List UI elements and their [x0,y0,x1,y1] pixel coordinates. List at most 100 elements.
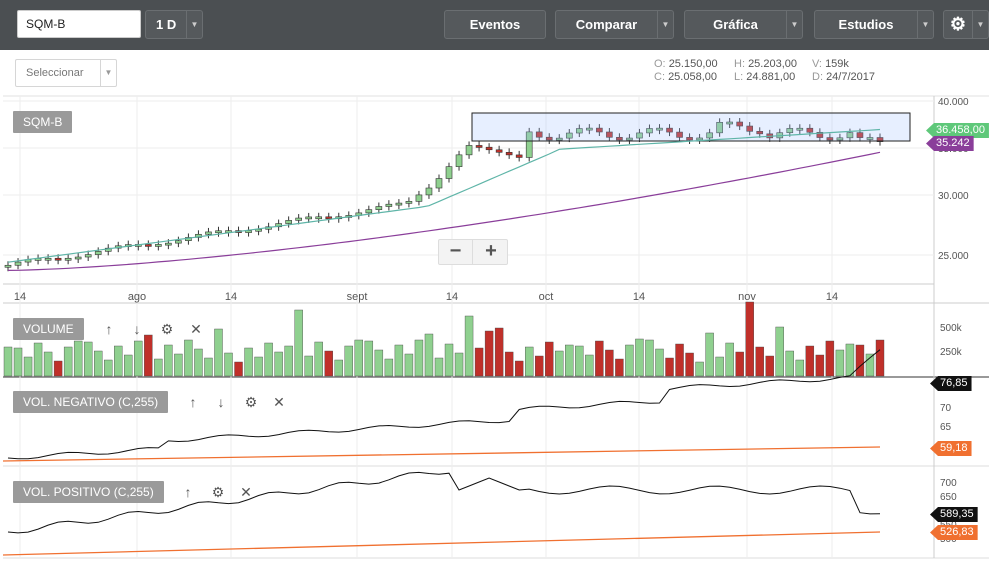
volume-bar [174,353,183,377]
candle [215,230,222,234]
volume-bar [755,346,764,377]
volume-bar [625,344,634,377]
volume-bar [164,344,173,377]
volume-bar [835,349,845,377]
candle [475,145,483,148]
volume-bar [104,359,113,377]
volume-bar [284,345,293,377]
volume-bar [214,328,223,377]
volume-bar [404,353,414,377]
volume-bar [615,358,624,377]
volume-bar [83,341,93,377]
candle [405,201,413,204]
volume-bar [645,339,654,377]
candle [54,257,62,261]
volume-bar [605,349,614,377]
volume-bar [43,351,53,377]
close-icon[interactable]: ✕ [270,393,288,411]
volume-bar [845,343,855,377]
close-icon[interactable]: ✕ [237,483,255,501]
volume-bar [855,344,865,377]
date-tick-label: nov [738,291,756,303]
volume-bar [234,361,243,377]
move-down-icon[interactable]: ↓ [212,393,230,411]
volume-bar [294,309,303,377]
volume-bar [384,358,394,377]
candle [385,203,393,207]
volume-bar [94,350,103,377]
candle [305,216,312,220]
candle [415,194,423,202]
selection-box [471,112,911,142]
candle [395,202,403,206]
candle [165,242,172,246]
move-up-icon[interactable]: ↑ [179,483,197,501]
volume-bar [334,359,343,377]
volume-bar [685,352,694,377]
volume-bar [23,356,33,377]
volume-bar [595,340,604,377]
volume-bar [264,342,273,377]
candle [465,145,473,156]
volume-bar [805,345,815,377]
volpos-ma-tag: 526,83 [930,525,978,540]
candle [485,146,493,151]
move-up-icon[interactable]: ↑ [184,393,202,411]
volume-bar [134,340,143,377]
volume-bar [464,315,474,377]
volneg-value-tag: 76,85 [930,376,972,391]
zoom-out-button[interactable]: − [439,240,473,264]
candle [295,217,302,221]
volume-bar [344,345,353,377]
volume-panel-label: VOLUME [13,318,84,340]
volume-bar [394,344,404,377]
candle [84,254,92,258]
volume-bar [725,342,734,377]
date-tick-label: 14 [225,291,237,303]
volume-bar [63,346,73,377]
volume-bar [424,333,434,377]
move-down-icon[interactable]: ↓ [128,320,146,338]
volume-bar [194,348,203,377]
candle [445,166,453,179]
candle [155,244,162,247]
volume-bar [514,360,524,377]
candle [495,149,503,153]
volume-bar [494,327,504,377]
candle [175,240,182,244]
move-up-icon[interactable]: ↑ [100,320,118,338]
gear-icon[interactable]: ⚙ [242,393,260,411]
candle [145,244,152,247]
volpos-ma-line [2,531,881,556]
price-tick-label: 25.000 [938,251,969,262]
volume-bar [775,326,784,377]
volume-bar [825,340,835,377]
volume-bar [535,355,544,377]
volume-bar [745,301,754,377]
volpos-value-tag: 589,35 [930,507,978,522]
volume-bar [184,339,193,377]
volume-bar [815,354,825,377]
volume-bar [695,361,704,377]
volume-bar [565,344,574,377]
volpos-tick-label: 700 [940,478,957,489]
candle [435,178,443,189]
candle [205,231,212,235]
volume-bar [254,356,263,377]
volume-bar [715,356,724,377]
close-icon[interactable]: ✕ [187,320,205,338]
volume-bar [524,346,534,377]
price-tick-label: 40.000 [938,97,969,108]
volneg-tick-label: 70 [940,403,952,414]
gear-icon[interactable]: ⚙ [158,320,176,338]
zoom-control: − + [438,239,508,265]
main-panel-label: SQM-B [13,111,73,133]
volume-bar [735,351,744,377]
date-tick-label: 14 [446,291,458,303]
volume-tick-label: 500k [940,323,963,334]
volume-bar [324,350,333,377]
gear-icon[interactable]: ⚙ [209,483,227,501]
volume-bar [374,349,384,377]
candle [375,206,383,210]
zoom-in-button[interactable]: + [474,240,508,264]
